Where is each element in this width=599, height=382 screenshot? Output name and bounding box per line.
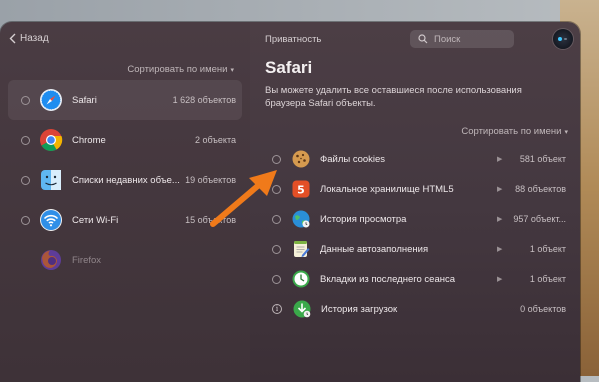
select-radio[interactable] [21, 135, 30, 145]
item-count: 1 объект [529, 274, 566, 284]
chevron-down-icon: ▾ [564, 129, 568, 136]
finder-icon [41, 170, 61, 190]
firefox-icon [41, 250, 61, 270]
select-radio[interactable] [272, 274, 281, 284]
search-icon [418, 34, 428, 44]
app-name: Chrome [72, 134, 106, 146]
item-count: 957 объект... [513, 214, 566, 224]
item-browsing-history[interactable]: История просмотра ▶ 957 объект... [250, 204, 580, 234]
back-button[interactable]: Назад [9, 33, 49, 44]
privacy-items-list: Файлы cookies ▶ 581 объект 5 Локальное х… [250, 144, 580, 324]
annotation-arrow-icon [210, 170, 277, 227]
app-name: Firefox [72, 254, 102, 266]
safari-icon [40, 89, 62, 111]
detail-panel: Приватность Поиск Safari Вы можете удали… [250, 22, 580, 382]
item-label: История просмотра [320, 213, 407, 225]
sort-label: Сортировать по имени [127, 64, 228, 75]
cookie-icon [292, 150, 310, 168]
autofill-notepad-icon [294, 241, 310, 257]
back-label: Назад [20, 33, 49, 44]
item-label: Данные автозаполнения [320, 243, 429, 255]
app-window: Назад Сортировать по имени ▾ Safari 1 628… [0, 22, 580, 382]
app-name: Сети Wi-Fi [72, 214, 119, 226]
item-label: Вкладки из последнего сеанса [320, 273, 456, 285]
item-download-history: i История загрузок 0 объектов [250, 294, 580, 324]
select-radio[interactable] [21, 95, 30, 105]
section-description: Вы можете удалить все оставшиеся после и… [265, 85, 522, 109]
html5-icon: 5 [292, 180, 310, 198]
info-icon[interactable]: i [272, 304, 282, 314]
play-disclosure-icon[interactable]: ▶ [497, 215, 502, 223]
sort-by-name-right[interactable]: Сортировать по имени ▾ [461, 126, 568, 137]
clock-tabs-icon [292, 270, 310, 288]
item-count: 0 объектов [520, 304, 566, 314]
play-disclosure-icon[interactable]: ▶ [497, 275, 502, 283]
item-cookies[interactable]: Файлы cookies ▶ 581 объект [250, 144, 580, 174]
download-history-icon [293, 300, 311, 318]
app-count: 1 628 объектов [172, 95, 236, 105]
play-disclosure-icon[interactable]: ▶ [497, 155, 502, 163]
section-title: Safari [265, 58, 313, 77]
item-label: Файлы cookies [320, 153, 386, 165]
item-last-session-tabs[interactable]: Вкладки из последнего сеанса ▶ 1 объект [250, 264, 580, 294]
app-row-safari[interactable]: Safari 1 628 объектов [8, 80, 242, 120]
page-title: Приватность [265, 34, 322, 45]
sort-by-name-left[interactable]: Сортировать по имени ▾ [127, 64, 234, 75]
item-count: 1 объект [529, 244, 566, 254]
app-count: 2 объекта [194, 135, 236, 145]
sort-label: Сортировать по имени [461, 126, 562, 137]
globe-history-icon [292, 210, 310, 228]
app-name: Списки недавних объе... [72, 174, 180, 186]
select-radio[interactable] [21, 215, 30, 225]
item-autofill[interactable]: Данные автозаполнения ▶ 1 объект [250, 234, 580, 264]
app-name: Safari [72, 94, 97, 106]
search-input[interactable]: Поиск [410, 30, 514, 48]
select-radio[interactable] [21, 175, 30, 185]
play-disclosure-icon[interactable]: ▶ [497, 245, 502, 253]
item-html5-storage[interactable]: 5 Локальное хранилище HTML5 ▶ 88 объекто… [250, 174, 580, 204]
search-placeholder: Поиск [434, 33, 461, 45]
select-radio[interactable] [272, 244, 281, 254]
item-label: Локальное хранилище HTML5 [320, 183, 454, 195]
assistant-avatar-button[interactable] [553, 29, 573, 49]
svg-text:5: 5 [297, 184, 305, 197]
item-count: 581 объект [519, 154, 566, 164]
play-disclosure-icon[interactable]: ▶ [497, 185, 502, 193]
chevron-left-icon [9, 33, 16, 44]
chevron-down-icon: ▾ [230, 67, 234, 74]
app-row-chrome[interactable]: Chrome 2 объекта [0, 120, 250, 160]
item-label: История загрузок [321, 303, 398, 315]
chrome-icon [40, 129, 63, 151]
wifi-icon [40, 209, 62, 231]
app-row-firefox: Firefox [0, 240, 250, 280]
item-count: 88 объектов [515, 184, 566, 194]
